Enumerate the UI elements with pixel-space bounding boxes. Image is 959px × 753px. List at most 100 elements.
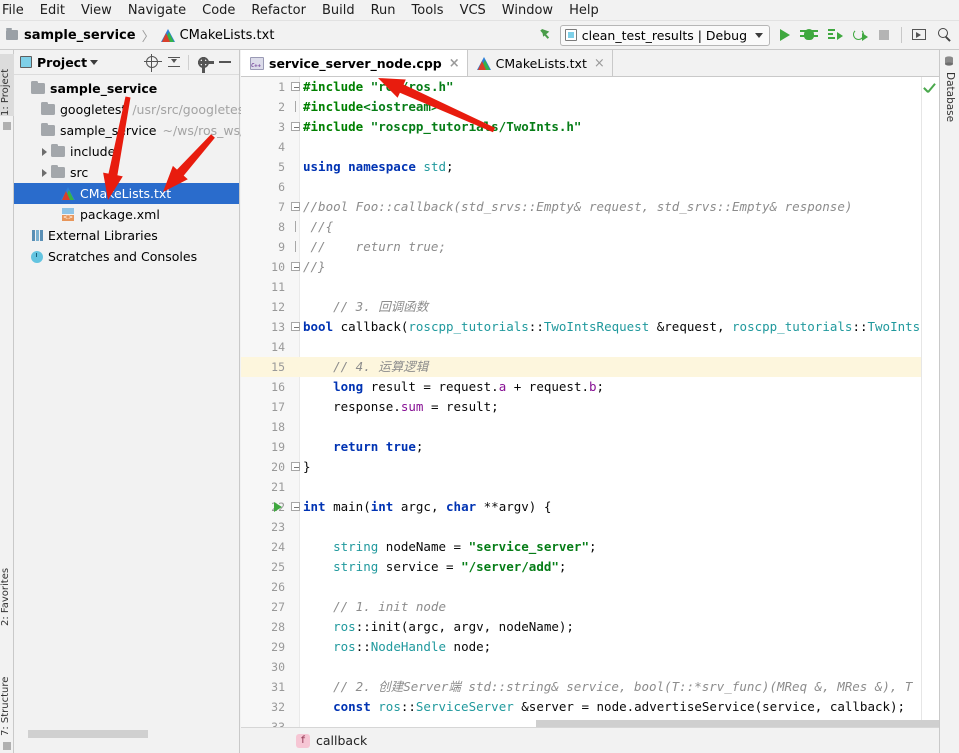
debug-icon[interactable] xyxy=(798,24,820,46)
menu-item-window[interactable]: Window xyxy=(494,1,561,20)
code-line[interactable]: 13 bool callback(roscpp_tutorials::TwoInt… xyxy=(241,317,939,337)
code-line[interactable]: 29 ros::NodeHandle node; xyxy=(241,637,939,657)
tree-item-scratches-and-consoles[interactable]: Scratches and Consoles xyxy=(14,246,239,267)
tree-item-src[interactable]: src xyxy=(14,162,239,183)
project-horizontal-scrollbar[interactable] xyxy=(28,730,148,738)
tree-item-googletest[interactable]: googletest/usr/src/googletest xyxy=(14,99,249,120)
attach-to-process-icon[interactable] xyxy=(823,24,845,46)
editor-breadcrumb-function[interactable]: callback xyxy=(316,733,367,748)
code-lines[interactable]: 1 #include "ros/ros.h" 2 #include<iostream>… xyxy=(241,77,939,727)
tree-item-sample-service[interactable]: sample_service ~/ws/ros_ws/s xyxy=(14,120,251,141)
chevron-down-icon[interactable] xyxy=(755,32,763,38)
code-fold-bar-icon[interactable] xyxy=(291,101,300,112)
tool-window-button-project[interactable]: 1: Project xyxy=(0,54,14,116)
code-text: string service = "/server/add"; xyxy=(333,559,567,574)
code-line[interactable]: 24 string nodeName = "service_server"; xyxy=(241,537,939,557)
code-line[interactable]: 9 // return true; xyxy=(241,237,939,257)
back-arrow-icon[interactable] xyxy=(537,26,555,44)
settings-gear-icon[interactable] xyxy=(193,52,214,73)
menu-item-help[interactable]: Help xyxy=(561,1,607,20)
inspection-widget[interactable] xyxy=(921,77,937,727)
chevron-down-icon[interactable] xyxy=(90,59,99,65)
code-fold-bar-icon[interactable] xyxy=(291,221,300,232)
locate-icon[interactable] xyxy=(142,52,162,72)
breadcrumb-project[interactable]: sample_service xyxy=(24,28,136,43)
run-with-coverage-icon[interactable] xyxy=(848,24,870,46)
code-line[interactable]: 30 xyxy=(241,657,939,677)
code-line[interactable]: 1 #include "ros/ros.h" xyxy=(241,77,939,97)
code-line[interactable]: 12 // 3. 回调函数 xyxy=(241,297,939,317)
menu-item-file[interactable]: File xyxy=(0,1,32,20)
collapse-all-icon[interactable] xyxy=(164,52,184,72)
code-fold-end-icon[interactable] xyxy=(291,462,300,471)
code-line[interactable]: 11 xyxy=(241,277,939,297)
menu-item-view[interactable]: View xyxy=(73,1,120,20)
code-line[interactable]: 15 // 4. 运算逻辑 xyxy=(241,357,939,377)
code-text: return true; xyxy=(333,439,424,454)
run-icon[interactable] xyxy=(773,24,795,46)
code-fold-start-icon[interactable] xyxy=(291,202,300,211)
run-gutter-icon[interactable] xyxy=(274,502,282,512)
code-line[interactable]: 16 long result = request.a + request.b; xyxy=(241,377,939,397)
menu-item-build[interactable]: Build xyxy=(314,1,363,20)
close-icon[interactable]: × xyxy=(449,56,460,71)
expand-chevron-icon[interactable] xyxy=(38,145,51,158)
code-line[interactable]: 25 string service = "/server/add"; xyxy=(241,557,939,577)
code-line[interactable]: 18 xyxy=(241,417,939,437)
close-icon[interactable]: × xyxy=(594,56,605,71)
terminal-icon[interactable] xyxy=(908,24,930,46)
code-line[interactable]: 19 return true; xyxy=(241,437,939,457)
tool-window-button-structure[interactable]: 7: Structure xyxy=(0,658,14,736)
run-configuration-selector[interactable]: clean_test_results | Debug xyxy=(559,24,770,46)
tree-item-external-libraries[interactable]: External Libraries xyxy=(14,225,239,246)
editor-tab-service-server-node-cpp[interactable]: C++ service_server_node.cpp × xyxy=(241,50,468,76)
code-line[interactable]: 10 //} xyxy=(241,257,939,277)
menu-item-navigate[interactable]: Navigate xyxy=(120,1,194,20)
search-everywhere-icon[interactable] xyxy=(933,24,955,46)
breadcrumb-file[interactable]: CMakeLists.txt xyxy=(180,28,275,43)
code-line[interactable]: 2 #include<iostream> xyxy=(241,97,939,117)
code-line[interactable]: 21 xyxy=(241,477,939,497)
tree-item-include[interactable]: include xyxy=(14,141,239,162)
menu-item-run[interactable]: Run xyxy=(363,1,404,20)
code-fold-start-icon[interactable] xyxy=(291,322,300,331)
menu-item-refactor[interactable]: Refactor xyxy=(243,1,314,20)
tool-window-button-favorites[interactable]: 2: Favorites xyxy=(0,548,14,626)
code-editor[interactable]: 1 #include "ros/ros.h" 2 #include<iostream>… xyxy=(241,77,939,727)
line-number: 11 xyxy=(271,280,285,294)
editor-tab-cmakelists-txt[interactable]: CMakeLists.txt × xyxy=(468,50,613,76)
tree-item-sample-service[interactable]: sample_service xyxy=(14,78,239,99)
menu-item-tools[interactable]: Tools xyxy=(404,1,452,20)
expand-chevron-icon[interactable] xyxy=(38,166,51,179)
code-line[interactable]: 20} xyxy=(241,457,939,477)
tree-item-cmakelists-txt[interactable]: CMakeLists.txt xyxy=(14,183,239,204)
menu-item-edit[interactable]: Edit xyxy=(32,1,73,20)
stop-icon[interactable] xyxy=(873,24,895,46)
code-line[interactable]: 26 xyxy=(241,577,939,597)
code-line[interactable]: 17 response.sum = result; xyxy=(241,397,939,417)
code-fold-bar-icon[interactable] xyxy=(291,241,300,252)
code-fold-start-icon[interactable] xyxy=(291,502,300,511)
hide-icon[interactable] xyxy=(215,52,235,72)
code-line[interactable]: 28 ros::init(argc, argv, nodeName); xyxy=(241,617,939,637)
code-line[interactable]: 32 const ros::ServiceServer &server = no… xyxy=(241,697,939,717)
code-line[interactable]: 4 xyxy=(241,137,939,157)
code-line[interactable]: 6 xyxy=(241,177,939,197)
code-fold-start-icon[interactable] xyxy=(291,122,300,131)
code-line[interactable]: 14 xyxy=(241,337,939,357)
code-line[interactable]: 31 // 2. 创建Server端 std::string& service,… xyxy=(241,677,939,697)
code-line[interactable]: 22 int main(int argc, char **argv) { xyxy=(241,497,939,517)
editor-horizontal-scrollbar[interactable] xyxy=(536,720,959,727)
tree-item-package-xml[interactable]: <> package.xml xyxy=(14,204,239,225)
code-line[interactable]: 27 // 1. init node xyxy=(241,597,939,617)
code-fold-end-icon[interactable] xyxy=(291,262,300,271)
code-line[interactable]: 5 using namespace std; xyxy=(241,157,939,177)
menu-item-vcs[interactable]: VCS xyxy=(452,1,494,20)
code-line[interactable]: 3 #include "roscpp_tutorials/TwoInts.h" xyxy=(241,117,939,137)
menu-item-code[interactable]: Code xyxy=(194,1,243,20)
code-line[interactable]: 7 //bool Foo::callback(std_srvs::Empty& r… xyxy=(241,197,939,217)
code-line[interactable]: 23 xyxy=(241,517,939,537)
code-fold-start-icon[interactable] xyxy=(291,82,300,91)
tool-window-button-database[interactable]: Database xyxy=(944,72,956,122)
code-line[interactable]: 8 //{ xyxy=(241,217,939,237)
